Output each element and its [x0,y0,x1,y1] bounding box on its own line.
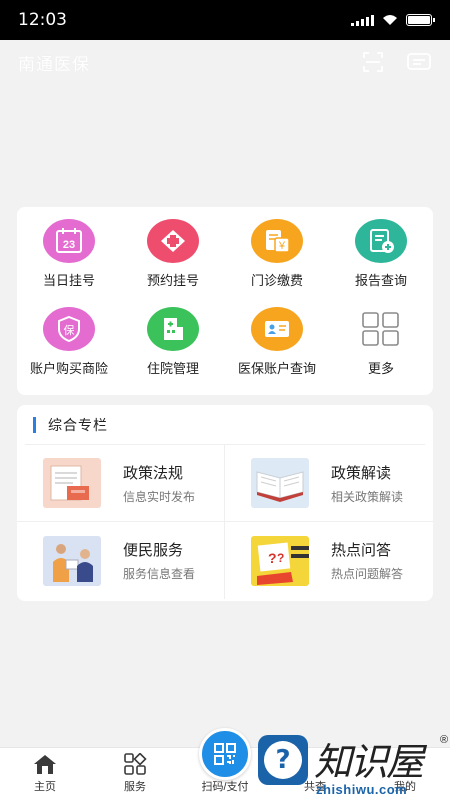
service-label: 预约挂号 [146,273,199,288]
hospital-building-icon [147,307,199,351]
service-report-query[interactable]: 报告查询 [329,219,433,307]
service-label: 门诊缴费 [250,273,303,288]
home-icon [34,755,56,774]
insurance-badge: 保 [64,323,75,337]
system-icons [351,14,435,26]
yen-badge: ￥ [277,241,287,252]
watermark-logo-icon: ? [258,735,308,785]
column-subtitle: 服务信息查看 [123,567,196,581]
watermark: ? 知识屋 ® zhishiwu.com [250,733,450,800]
column-title: 热点问答 [331,542,392,559]
service-buy-commercial-insurance[interactable]: 保 账户购买商险 [17,307,121,395]
wifi-icon [383,15,397,25]
calendar-badge: 23 [63,239,75,251]
watermark-url: zhishiwu.com [316,782,408,797]
service-people-icon [43,535,101,586]
policy-document-icon [43,458,101,508]
section-header: 综合专栏 [25,405,425,445]
service-label: 当日挂号 [42,273,95,288]
column-hot-qa[interactable]: ?? 热点问答 热点问题解答 [225,522,433,599]
service-medical-account-query[interactable]: 医保账户查询 [225,307,329,395]
calendar-23-icon: 23 [43,219,95,263]
message-icon[interactable] [406,51,432,73]
service-label: 医保账户查询 [237,361,316,376]
comprehensive-section: 综合专栏 政策法规 信息实时发布 政策解读 相关政策解读 便民服务 服务信息查看… [17,405,433,601]
qr-code-icon [214,743,236,765]
column-title: 政策解读 [331,464,392,482]
service-hospitalization[interactable]: 住院管理 [121,307,225,395]
column-subtitle: 相关政策解读 [331,489,404,504]
service-label: 报告查询 [354,273,407,288]
watermark-text: 知识屋 [314,740,424,784]
svg-text:?: ? [268,550,277,566]
grid-more-icon [355,307,407,351]
app-bar: 南通医保 [0,40,450,84]
id-card-icon [251,307,303,351]
service-outpatient-payment[interactable]: ￥ 门诊缴费 [225,219,329,307]
column-policy-interpretation[interactable]: 政策解读 相关政策解读 [225,445,433,522]
column-title: 政策法规 [123,464,184,482]
service-more[interactable]: 更多 [329,307,433,395]
service-label: 更多 [367,361,394,376]
report-add-icon [355,219,407,263]
service-grid-icon [124,753,147,775]
insurance-shield-icon: 保 [43,307,95,351]
column-policy-regulations[interactable]: 政策法规 信息实时发布 [17,445,225,522]
service-appointment-registration[interactable]: 预约挂号 [121,219,225,307]
tab-service[interactable]: 服务 [90,748,180,800]
signal-icon [351,14,374,26]
status-bar: 12:03 [0,0,450,40]
service-grid: 23 当日挂号 预约挂号 ￥ 门诊缴费 报告查询 保 账户购买商险 住院管理 医… [17,207,433,395]
tab-label: 主页 [34,781,56,793]
tab-label: 服务 [124,781,146,793]
service-label: 住院管理 [146,361,199,376]
bill-yen-icon: ￥ [251,219,303,263]
watermark-reg: ® [440,734,449,746]
question-answer-icon: ?? [251,535,309,586]
scan-pay-button[interactable] [199,728,251,780]
tab-label: 扫码/支付 [201,781,249,793]
open-book-icon [251,458,309,508]
svg-text:?: ? [277,551,284,565]
tab-home[interactable]: 主页 [0,748,90,800]
status-time: 12:03 [18,10,67,30]
app-title: 南通医保 [18,54,90,74]
battery-icon [406,14,435,26]
section-accent-bar [33,416,36,433]
scan-icon[interactable] [362,51,384,73]
column-title: 便民服务 [123,542,184,559]
service-same-day-registration[interactable]: 23 当日挂号 [17,219,121,307]
medical-cross-icon [147,219,199,263]
column-convenience-services[interactable]: 便民服务 服务信息查看 [17,522,225,599]
section-title: 综合专栏 [48,416,108,433]
service-label: 账户购买商险 [29,361,108,376]
column-subtitle: 信息实时发布 [123,489,196,504]
column-subtitle: 热点问题解答 [331,567,404,581]
